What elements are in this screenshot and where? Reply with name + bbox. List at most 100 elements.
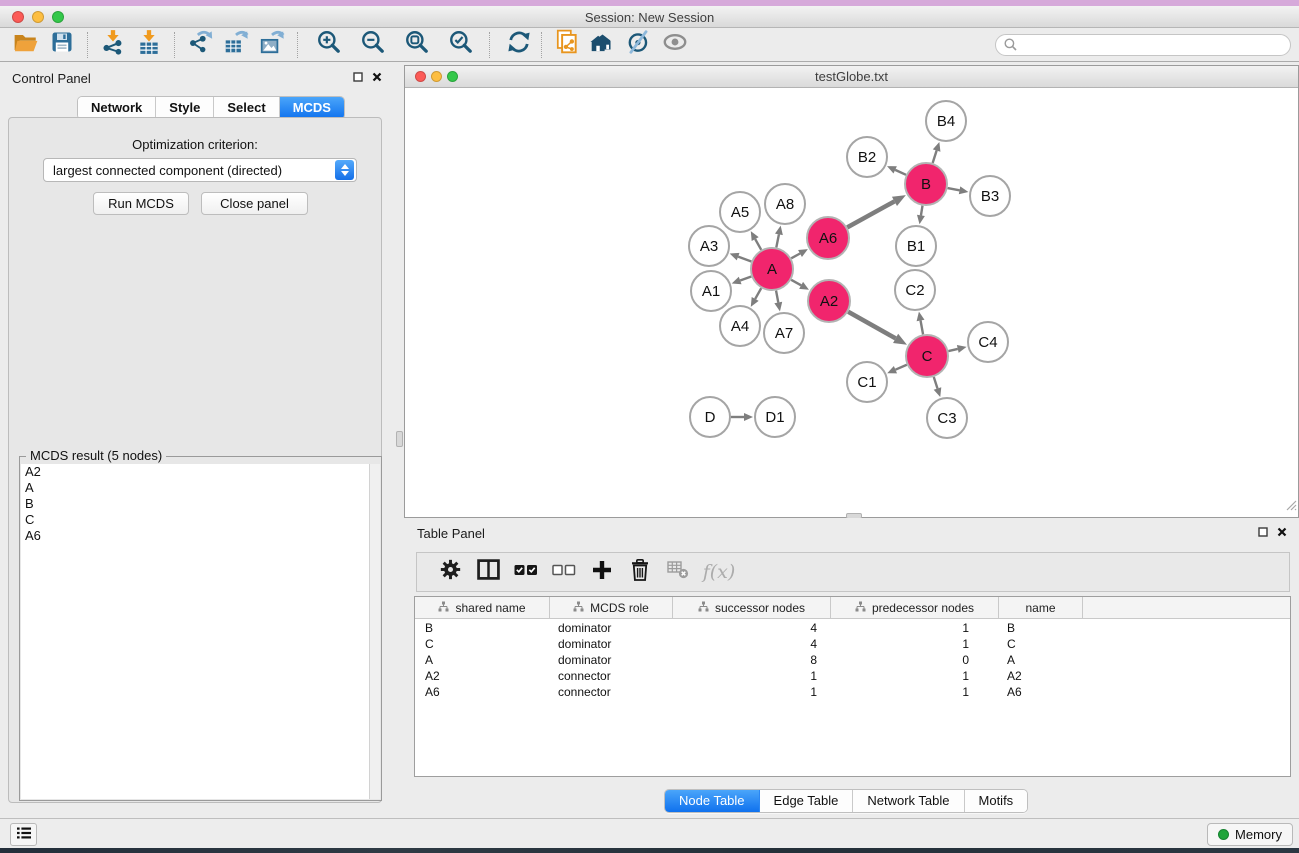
float-panel-icon[interactable]	[1258, 527, 1268, 537]
new-network-from-selection-button[interactable]	[549, 30, 585, 60]
graph-edge-A-A7[interactable]	[774, 291, 782, 312]
search-input[interactable]	[1022, 37, 1282, 53]
graph-edge-A-A5[interactable]	[751, 231, 761, 250]
graph-node-A8[interactable]: A8	[765, 184, 805, 224]
tab-network[interactable]: Network	[78, 97, 156, 119]
add-row-button[interactable]	[583, 556, 621, 588]
open-session-button[interactable]	[8, 30, 44, 60]
graph-edge-C-C3[interactable]	[934, 377, 942, 397]
network-graph[interactable]: B4B2BB3A8A5A6A3B1AC2A1A2A4A7C4CC1DD1C3	[405, 88, 1298, 517]
export-network-button[interactable]	[182, 30, 218, 60]
export-image-button[interactable]	[254, 30, 290, 60]
graph-node-A2[interactable]: A2	[808, 280, 850, 322]
graph-edge-A-A1[interactable]	[732, 276, 752, 284]
search-field[interactable]	[995, 34, 1291, 56]
graph-edge-C-C1[interactable]	[887, 365, 907, 374]
graph-node-A1[interactable]: A1	[691, 271, 731, 311]
list-item[interactable]: A	[21, 480, 380, 496]
table-row[interactable]: A6connector11A6	[415, 684, 1290, 700]
scrollbar-track[interactable]	[369, 464, 380, 799]
splitter-grip-vertical[interactable]	[396, 431, 403, 447]
graph-node-A5[interactable]: A5	[720, 192, 760, 232]
graph-edge-A-A3[interactable]	[730, 253, 752, 262]
export-table-button[interactable]	[218, 30, 254, 60]
unselect-all-button[interactable]	[545, 556, 583, 588]
table-row[interactable]: Adominator80A	[415, 652, 1290, 668]
graph-node-C[interactable]: C	[906, 335, 948, 377]
import-table-button[interactable]	[131, 30, 167, 60]
tab-edge-table[interactable]: Edge Table	[760, 790, 854, 812]
graph-node-A4[interactable]: A4	[720, 306, 760, 346]
graph-node-B2[interactable]: B2	[847, 137, 887, 177]
graph-edge-B-B2[interactable]	[887, 166, 906, 175]
graph-node-C4[interactable]: C4	[968, 322, 1008, 362]
close-panel-button[interactable]: Close panel	[201, 192, 308, 215]
zoom-selected-button[interactable]	[443, 30, 479, 60]
tab-style[interactable]: Style	[156, 97, 214, 119]
column-header-successor-nodes[interactable]: successor nodes	[673, 597, 831, 618]
memory-button[interactable]: Memory	[1207, 823, 1293, 846]
tab-select[interactable]: Select	[214, 97, 279, 119]
graph-node-C1[interactable]: C1	[847, 362, 887, 402]
graph-node-D[interactable]: D	[690, 397, 730, 437]
column-header-mcds-role[interactable]: MCDS role	[550, 597, 673, 618]
tab-mcds[interactable]: MCDS	[280, 97, 344, 119]
network-frame-titlebar[interactable]: testGlobe.txt	[405, 66, 1298, 88]
graph-edge-B-B3[interactable]	[948, 186, 969, 194]
graph-edge-A-A4[interactable]	[751, 288, 761, 307]
table-settings-button[interactable]	[431, 556, 469, 588]
import-network-button[interactable]	[95, 30, 131, 60]
close-panel-icon[interactable]	[372, 72, 382, 82]
list-item[interactable]: A6	[21, 528, 380, 544]
table-row[interactable]: A2connector11A2	[415, 668, 1290, 684]
graph-edge-C-C2[interactable]	[917, 312, 925, 335]
list-item[interactable]: A2	[21, 464, 380, 480]
tab-motifs[interactable]: Motifs	[965, 790, 1028, 812]
refresh-view-button[interactable]	[501, 30, 537, 60]
graph-node-B[interactable]: B	[905, 163, 947, 205]
network-canvas[interactable]: B4B2BB3A8A5A6A3B1AC2A1A2A4A7C4CC1DD1C3	[405, 88, 1298, 517]
graph-node-C2[interactable]: C2	[895, 270, 935, 310]
graph-node-D1[interactable]: D1	[755, 397, 795, 437]
graph-node-A[interactable]: A	[751, 248, 793, 290]
run-mcds-button[interactable]: Run MCDS	[93, 192, 189, 215]
column-header-name[interactable]: name	[999, 597, 1083, 618]
table-row[interactable]: Bdominator41B	[415, 620, 1290, 636]
task-history-button[interactable]	[10, 823, 37, 846]
close-panel-icon[interactable]	[1277, 527, 1287, 537]
main-titlebar[interactable]: Session: New Session	[0, 6, 1299, 28]
graph-edge-C-C4[interactable]	[948, 345, 966, 353]
graph-edge-B-B1[interactable]	[917, 206, 925, 225]
list-item[interactable]: B	[21, 496, 380, 512]
tab-node-table[interactable]: Node Table	[665, 790, 760, 812]
graph-node-A7[interactable]: A7	[764, 313, 804, 353]
graph-node-B1[interactable]: B1	[896, 226, 936, 266]
table-row[interactable]: Cdominator41C	[415, 636, 1290, 652]
graph-edge-A-A8[interactable]	[775, 226, 783, 248]
graph-node-B4[interactable]: B4	[926, 101, 966, 141]
graph-edge-B-B4[interactable]	[933, 142, 941, 163]
delete-table-button[interactable]	[659, 556, 697, 588]
zoom-out-button[interactable]	[355, 30, 391, 60]
select-all-button[interactable]	[507, 556, 545, 588]
graph-edge-A2-C[interactable]	[848, 312, 907, 345]
resize-grip-icon[interactable]	[1285, 498, 1297, 516]
column-header-shared-name[interactable]: shared name	[415, 597, 550, 618]
graph-edge-A-A2[interactable]	[791, 280, 809, 290]
hide-graphics-details-button[interactable]	[621, 30, 657, 60]
list-item[interactable]: C	[21, 512, 380, 528]
delete-row-button[interactable]	[621, 556, 659, 588]
graph-edge-A6-B[interactable]	[847, 195, 906, 227]
show-columns-button[interactable]	[469, 556, 507, 588]
graph-node-A6[interactable]: A6	[807, 217, 849, 259]
zoom-in-button[interactable]	[311, 30, 347, 60]
float-panel-icon[interactable]	[353, 72, 363, 82]
column-header-predecessor-nodes[interactable]: predecessor nodes	[831, 597, 999, 618]
zoom-fit-button[interactable]	[399, 30, 435, 60]
tab-network-table[interactable]: Network Table	[853, 790, 964, 812]
save-session-button[interactable]	[44, 30, 80, 60]
graph-edge-A-A6[interactable]	[791, 249, 808, 258]
graph-node-C3[interactable]: C3	[927, 398, 967, 438]
criterion-dropdown[interactable]: largest connected component (directed)	[43, 158, 357, 182]
graph-node-A3[interactable]: A3	[689, 226, 729, 266]
